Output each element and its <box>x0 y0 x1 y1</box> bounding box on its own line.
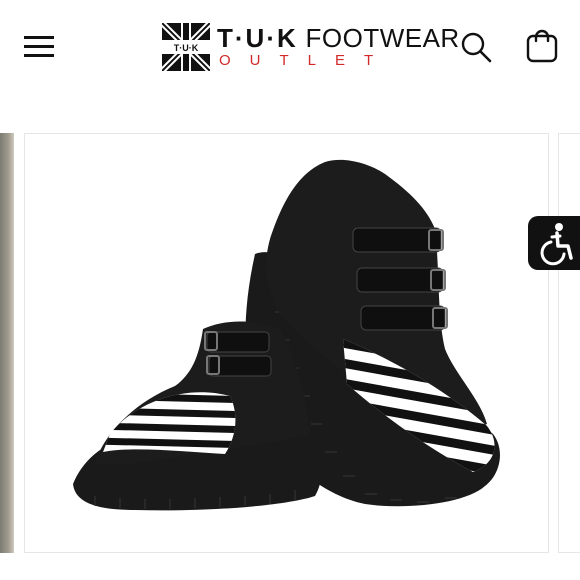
cart-button[interactable] <box>525 28 559 64</box>
hamburger-menu-icon <box>24 54 54 57</box>
accessibility-button[interactable] <box>528 216 580 270</box>
site-header: T·U·K T·U·K FOOTWEAR OUTLET <box>0 0 580 95</box>
menu-button[interactable] <box>24 30 54 62</box>
site-logo[interactable]: T·U·K T·U·K FOOTWEAR OUTLET <box>160 22 459 72</box>
hamburger-menu-icon <box>24 45 54 48</box>
search-button[interactable] <box>460 31 492 63</box>
search-icon <box>461 32 492 63</box>
next-slide-peek[interactable] <box>558 133 580 553</box>
previous-slide-peek[interactable] <box>0 133 14 553</box>
shopping-bag-icon <box>526 29 558 63</box>
logo-brand-rest: FOOTWEAR <box>305 23 460 53</box>
product-image-slide[interactable] <box>24 133 549 553</box>
wheelchair-accessibility-icon <box>540 223 573 266</box>
hamburger-menu-icon <box>24 36 54 39</box>
product-image-carousel <box>0 133 580 553</box>
union-jack-logo-icon: T·U·K <box>162 23 210 71</box>
logo-brand-bold: T·U·K <box>217 23 298 53</box>
logo-title: T·U·K FOOTWEAR <box>217 23 460 54</box>
logo-subtitle: OUTLET <box>219 52 393 69</box>
logo-mark-text: T·U·K <box>174 43 199 53</box>
creeper-boots-image <box>73 159 500 511</box>
